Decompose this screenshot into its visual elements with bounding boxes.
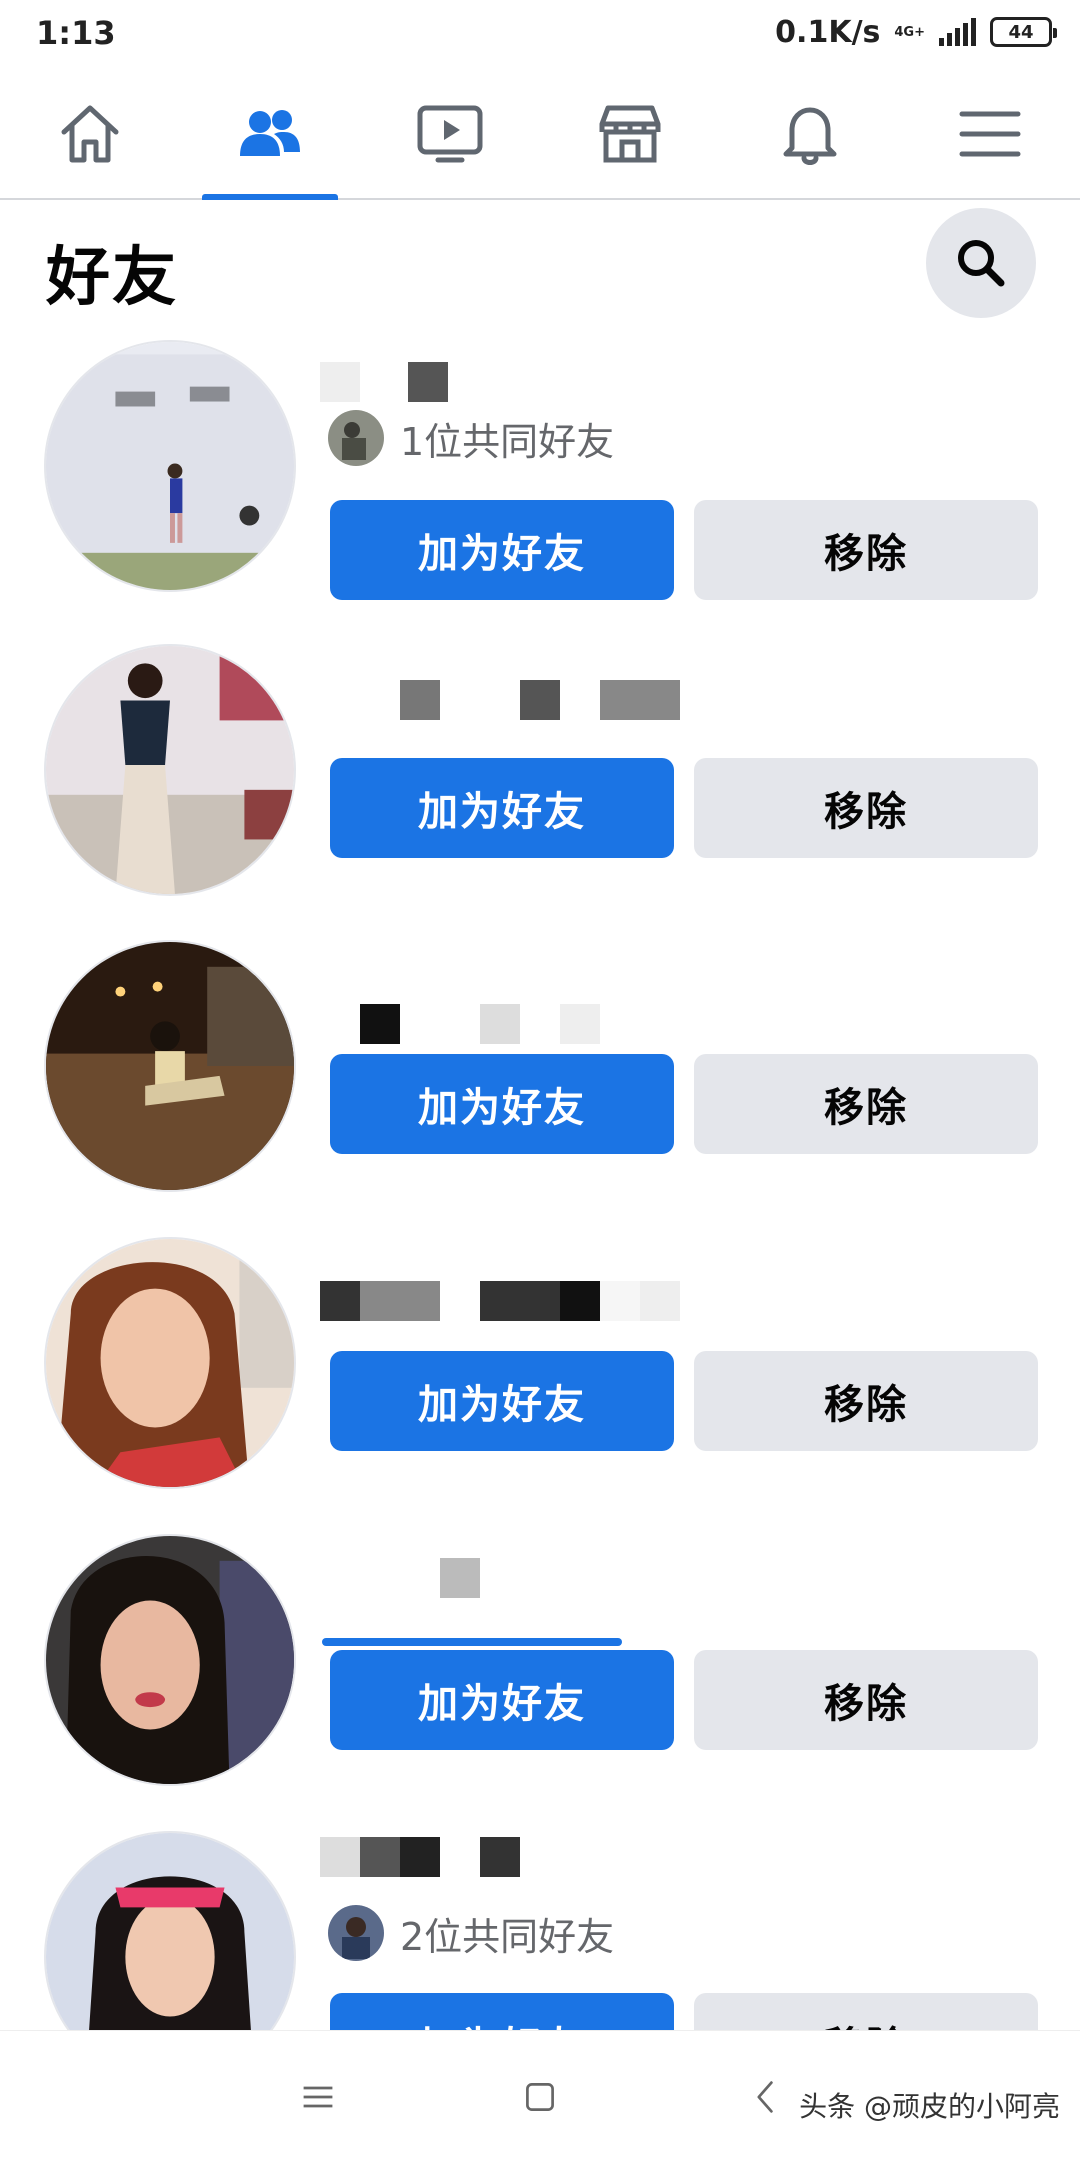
remove-button[interactable]: 移除 <box>694 1054 1038 1154</box>
battery-icon: 44 <box>990 17 1057 47</box>
add-friend-button[interactable]: 加为好友 <box>330 1650 674 1750</box>
status-bar: 1:13 0.1K/s 4G+ 44 <box>0 0 1080 64</box>
add-friend-button[interactable]: 加为好友 <box>330 758 674 858</box>
marketplace-icon <box>599 105 661 163</box>
avatar[interactable] <box>44 340 296 592</box>
back-button[interactable] <box>736 2067 796 2127</box>
remove-button[interactable]: 移除 <box>694 758 1038 858</box>
home-nav-button[interactable] <box>510 2067 570 2127</box>
network-speed: 0.1K/s <box>775 14 881 50</box>
friend-request-item: 加为好友 移除 <box>0 1534 1080 1794</box>
page-title: 好友 <box>46 241 178 315</box>
tab-watch[interactable] <box>360 70 540 198</box>
friends-icon <box>240 110 300 156</box>
recent-apps-button[interactable] <box>288 2067 348 2127</box>
mutual-friends: 1位共同好友 <box>328 410 614 466</box>
signal-icon <box>939 18 976 46</box>
add-friend-button[interactable]: 加为好友 <box>330 1054 674 1154</box>
name-redacted <box>320 1558 480 1598</box>
name-underline <box>322 1638 622 1646</box>
search-button[interactable] <box>926 208 1036 318</box>
remove-button[interactable]: 移除 <box>694 1351 1038 1451</box>
name-redacted <box>320 1004 600 1044</box>
system-nav-bar: 头条 @顽皮的小阿亮 <box>0 2030 1080 2160</box>
mutual-friend-avatar <box>328 1905 384 1961</box>
name-redacted <box>320 1281 680 1321</box>
recent-apps-icon <box>303 2086 333 2108</box>
status-time: 1:13 <box>36 14 116 52</box>
home-icon <box>61 105 119 163</box>
friend-request-item: 加为好友 移除 <box>0 1237 1080 1497</box>
status-indicators: 0.1K/s 4G+ 44 <box>775 12 1057 52</box>
avatar[interactable] <box>44 644 296 896</box>
home-square-icon <box>526 2083 554 2111</box>
friend-request-item: 加为好友 移除 <box>0 644 1080 904</box>
watermark: 头条 @顽皮的小阿亮 <box>799 2090 1060 2123</box>
friend-request-item: 1位共同好友 加为好友 移除 <box>0 340 1080 600</box>
mutual-friends: 2位共同好友 <box>328 1905 614 1961</box>
remove-button[interactable]: 移除 <box>694 500 1038 600</box>
search-icon <box>958 240 1005 287</box>
tab-friends[interactable] <box>180 70 360 200</box>
back-icon <box>757 2081 773 2113</box>
tab-menu[interactable] <box>900 70 1080 198</box>
avatar[interactable] <box>44 940 296 1192</box>
top-nav <box>0 70 1080 200</box>
name-redacted <box>320 680 680 720</box>
name-redacted <box>320 1837 520 1877</box>
add-friend-button[interactable]: 加为好友 <box>330 1351 674 1451</box>
mutual-friend-avatar <box>328 410 384 466</box>
tab-marketplace[interactable] <box>540 70 720 198</box>
mutual-friends-count: 2位共同好友 <box>400 1914 615 1959</box>
add-friend-button[interactable]: 加为好友 <box>330 500 674 600</box>
tab-home[interactable] <box>0 70 180 198</box>
avatar[interactable] <box>44 1534 296 1786</box>
avatar[interactable] <box>44 1237 296 1489</box>
name-redacted <box>320 362 448 402</box>
friend-request-item: 加为好友 移除 <box>0 940 1080 1200</box>
watch-icon <box>417 105 483 163</box>
remove-button[interactable]: 移除 <box>694 1650 1038 1750</box>
network-type: 4G+ <box>894 24 925 40</box>
tab-notifications[interactable] <box>720 70 900 198</box>
bell-icon <box>783 107 837 165</box>
menu-icon <box>959 111 1021 157</box>
mutual-friends-count: 1位共同好友 <box>400 419 615 464</box>
